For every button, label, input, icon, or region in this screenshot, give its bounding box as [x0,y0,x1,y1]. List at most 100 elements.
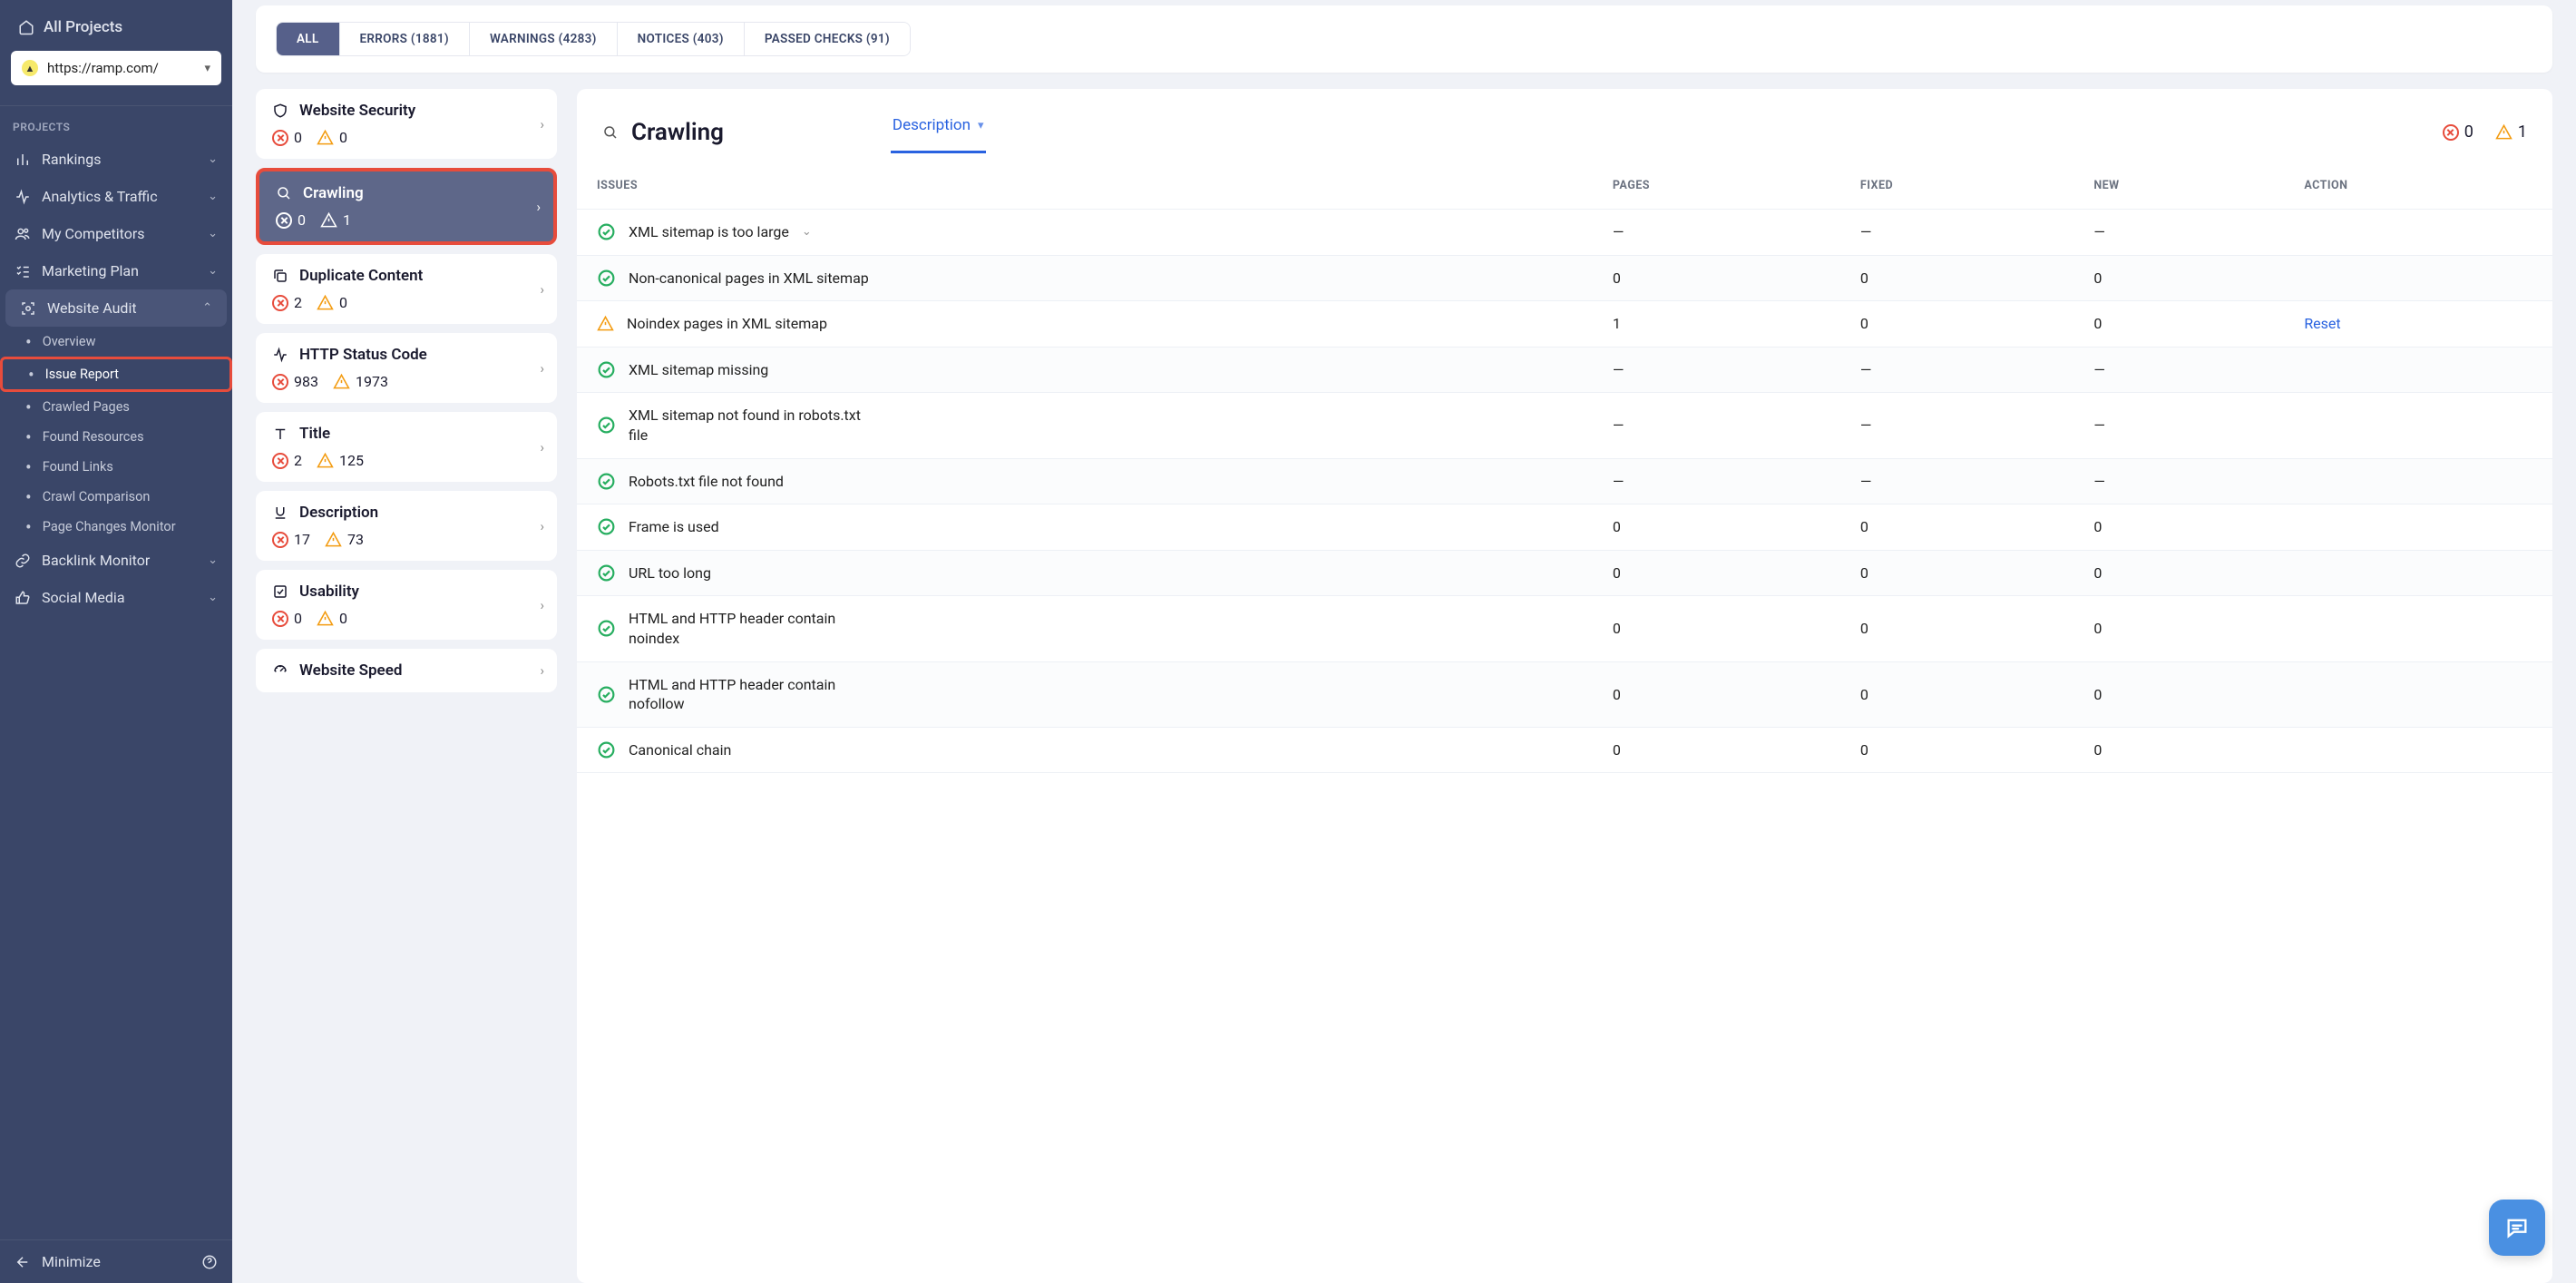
error-icon [272,611,288,627]
check-circle-icon [597,222,616,241]
filter-tab-passed[interactable]: PASSED CHECKS (91) [745,23,910,55]
sidebar-item-social-media[interactable]: Social Media⌄ [0,579,232,616]
error-count: 0 [272,129,302,146]
issue-category-website-speed[interactable]: Website Speed› [256,649,557,692]
sidebar-item-label: Website Audit [47,299,137,317]
sidebar-item-rankings[interactable]: Rankings⌄ [0,141,232,178]
error-count: 0 [276,211,306,229]
sidebar-subitem-crawled-pages[interactable]: Crawled Pages [0,392,232,422]
sidebar-subitem-found-links[interactable]: Found Links [0,452,232,482]
sidebar-item-website-audit[interactable]: Website Audit ⌃ [5,289,227,327]
sidebar: All Projects ▲ https://ramp.com/ ▾ PROJE… [0,0,232,1283]
error-count: 17 [272,531,310,548]
cell-fixed: — [1840,393,2073,458]
checkbox-icon [272,583,288,600]
minimize-button[interactable]: Minimize [0,1239,232,1283]
warning-icon [325,531,342,548]
minimize-label: Minimize [42,1253,101,1270]
cell-fixed: — [1840,347,2073,393]
table-row[interactable]: Non-canonical pages in XML sitemap 0 0 0 [577,255,2552,301]
cell-action [2284,504,2552,551]
table-row[interactable]: Canonical chain 0 0 0 [577,727,2552,773]
table-row[interactable]: XML sitemap is too large ⌄ — — — [577,210,2552,256]
chevron-up-icon: ⌃ [202,301,212,315]
error-icon [272,130,288,146]
cell-fixed: 0 [1840,301,2073,348]
help-icon[interactable] [201,1254,218,1270]
sidebar-item-backlink-monitor[interactable]: Backlink Monitor⌄ [0,542,232,579]
cell-pages: 1 [1593,301,1840,348]
table-row[interactable]: Frame is used 0 0 0 [577,504,2552,551]
filter-tab-warnings[interactable]: WARNINGS (4283) [470,23,618,55]
all-projects-link[interactable]: All Projects [11,13,221,42]
text-icon [272,426,288,442]
error-count: 2 [272,294,302,311]
reset-link[interactable]: Reset [2304,315,2340,332]
arrow-left-icon [15,1254,31,1270]
chevron-right-icon: › [536,199,541,215]
tab-description[interactable]: Description ▾ [891,111,986,153]
sidebar-subitem-found-resources[interactable]: Found Resources [0,422,232,452]
table-row[interactable]: HTML and HTTP header contain noindex 0 0… [577,596,2552,661]
cell-pages: — [1593,210,1840,256]
table-row[interactable]: Robots.txt file not found — — — [577,458,2552,504]
table-row[interactable]: XML sitemap not found in robots.txt file… [577,393,2552,458]
bar-chart-icon [15,152,31,168]
sidebar-item-marketing-plan[interactable]: Marketing Plan⌄ [0,252,232,289]
project-selector[interactable]: ▲ https://ramp.com/ ▾ [11,51,221,85]
sidebar-item-analytics-traffic[interactable]: Analytics & Traffic⌄ [0,178,232,215]
table-row[interactable]: URL too long 0 0 0 [577,550,2552,596]
table-row[interactable]: Noindex pages in XML sitemap 1 0 0 Reset [577,301,2552,348]
filter-tab-errors[interactable]: ERRORS (1881) [340,23,470,55]
filter-tab-all[interactable]: ALL [277,23,340,55]
table-row[interactable]: XML sitemap missing — — — [577,347,2552,393]
warning-icon [317,610,334,627]
issue-category-description[interactable]: Description 17 73 › [256,491,557,561]
cell-fixed: 0 [1840,727,2073,773]
issue-details-panel: Crawling Description ▾ 0 [577,89,2552,1283]
activity-icon [15,189,31,205]
warning-count: 73 [325,531,364,548]
warning-icon [333,373,350,390]
sidebar-subitem-crawl-comparison[interactable]: Crawl Comparison [0,482,232,512]
speed-icon [272,662,288,679]
issue-name: HTML and HTTP header contain nofollow [629,675,873,714]
issue-name: XML sitemap missing [629,360,768,380]
cell-new: 0 [2073,550,2284,596]
chevron-down-icon: ⌄ [208,190,218,203]
cell-fixed: 0 [1840,504,2073,551]
warning-count: 0 [317,294,347,311]
cell-pages: — [1593,393,1840,458]
chevron-down-icon[interactable]: ⌄ [802,225,812,239]
column-header-issues: ISSUES [577,162,1593,210]
sidebar-item-my-competitors[interactable]: My Competitors⌄ [0,215,232,252]
issue-name: HTML and HTTP header contain noindex [629,609,873,648]
error-count: 0 [272,610,302,627]
issue-category-website-security[interactable]: Website Security 0 0 › [256,89,557,159]
issue-category-http-status-code[interactable]: HTTP Status Code 983 1973 › [256,333,557,403]
column-header-action: ACTION [2284,162,2552,210]
check-list-icon [15,263,31,279]
sidebar-subitem-overview[interactable]: Overview [0,327,232,357]
cell-pages: 0 [1593,550,1840,596]
filter-tab-notices[interactable]: NOTICES (403) [618,23,745,55]
issue-name: URL too long [629,563,711,583]
cell-pages: — [1593,347,1840,393]
warning-icon [2495,123,2513,141]
issue-category-title[interactable]: Title 2 125 › [256,412,557,482]
chevron-right-icon: › [540,439,544,455]
issue-category-usability[interactable]: Usability 0 0 › [256,570,557,640]
sidebar-subitem-page-changes-monitor[interactable]: Page Changes Monitor [0,512,232,542]
warning-count: 0 [317,129,347,146]
issue-category-crawling[interactable]: Crawling 0 1 › [256,168,557,245]
sidebar-item-label: Social Media [42,589,125,606]
cell-new: — [2073,458,2284,504]
chat-fab[interactable] [2489,1200,2545,1256]
sidebar-subitem-issue-report[interactable]: Issue Report [0,357,232,392]
cell-action [2284,393,2552,458]
chevron-down-icon: ⌄ [208,227,218,240]
issue-category-duplicate-content[interactable]: Duplicate Content 2 0 › [256,254,557,324]
panel-warning-count: 1 [2495,122,2527,142]
table-row[interactable]: HTML and HTTP header contain nofollow 0 … [577,661,2552,727]
error-icon [2443,124,2459,141]
